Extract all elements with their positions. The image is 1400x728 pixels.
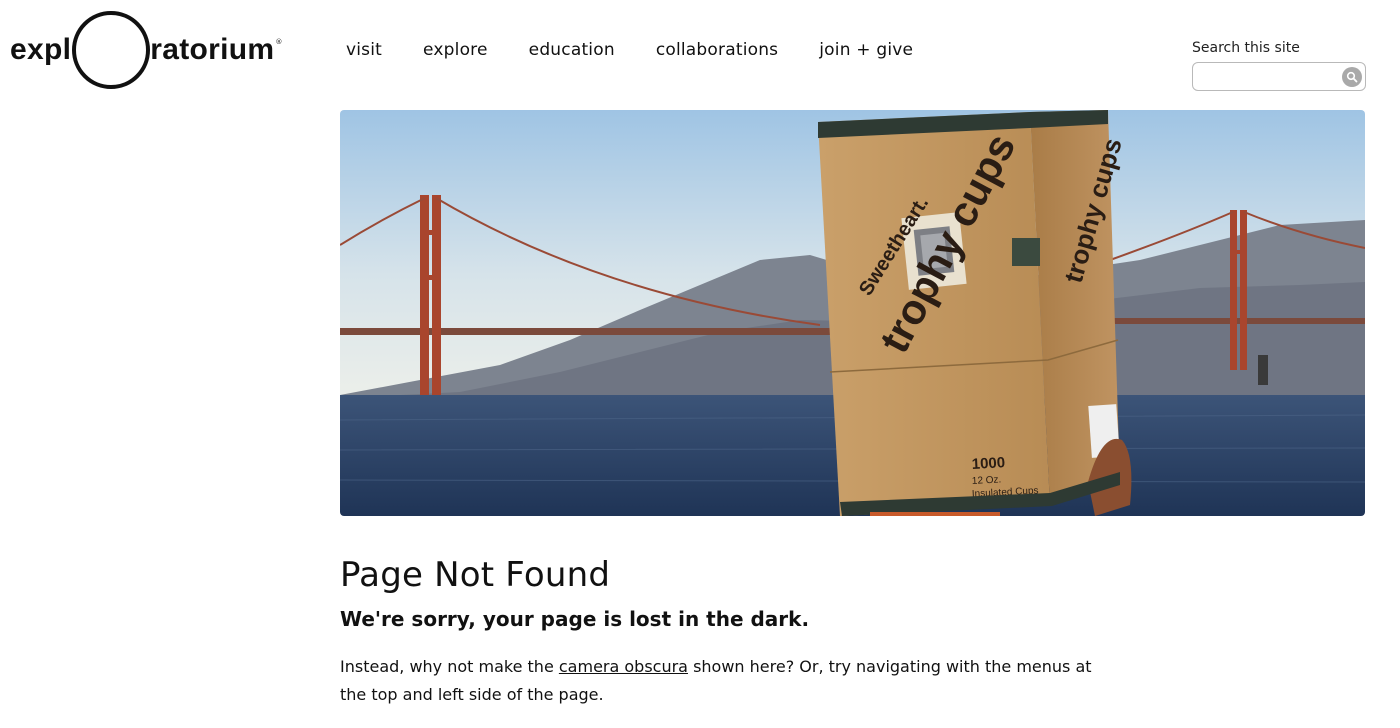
camera-obscura-photo: Sweetheart. trophy cups trophy cups 1000… (340, 110, 1365, 516)
nav-item-join-give[interactable]: join + give (819, 40, 913, 60)
site-logo[interactable]: expl ratorium ® (10, 10, 290, 90)
search-button[interactable] (1342, 67, 1362, 87)
page-subtitle: We're sorry, your page is lost in the da… (340, 607, 810, 631)
search-box (1192, 62, 1366, 91)
search-label: Search this site (1192, 40, 1300, 56)
main-content: Page Not Found We're sorry, your page is… (340, 555, 1100, 709)
site-search: Search this site (1192, 40, 1366, 91)
box-count-text: 1000 (971, 454, 1005, 473)
nav-item-collaborations[interactable]: collaborations (656, 40, 778, 60)
body-text-before: Instead, why not make the (340, 657, 559, 676)
logo-text-right: ratorium (150, 33, 275, 66)
page-title: Page Not Found (340, 555, 611, 595)
box-size-text: 12 Oz. (972, 474, 1002, 487)
logo-text-left: expl (10, 33, 72, 66)
logo-ring-icon (72, 11, 151, 89)
main-nav: visit explore education collaborations j… (346, 40, 954, 60)
registered-mark: ® (275, 38, 283, 46)
nav-item-explore[interactable]: explore (423, 40, 488, 60)
search-icon (1346, 71, 1358, 83)
body-paragraph: Instead, why not make the camera obscura… (340, 653, 1100, 709)
hero-image: Sweetheart. trophy cups trophy cups 1000… (340, 110, 1365, 516)
search-input[interactable] (1199, 66, 1339, 87)
nav-item-visit[interactable]: visit (346, 40, 382, 60)
nav-item-education[interactable]: education (529, 40, 615, 60)
camera-obscura-link[interactable]: camera obscura (559, 657, 688, 676)
